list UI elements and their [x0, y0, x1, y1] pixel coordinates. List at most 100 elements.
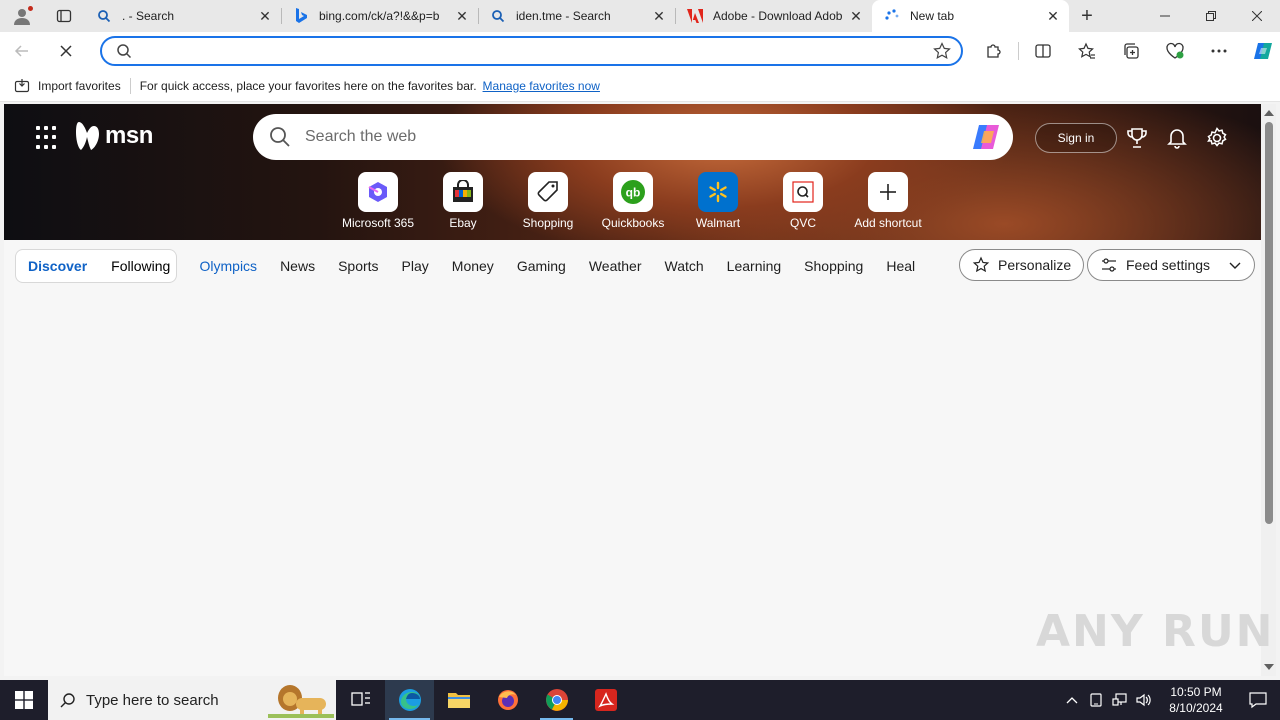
personalize-button[interactable]: Personalize: [959, 249, 1085, 281]
rewards-button[interactable]: [1125, 126, 1149, 150]
sign-in-button[interactable]: Sign in: [1035, 123, 1117, 153]
tab-new-tab[interactable]: New tab ✕: [872, 0, 1069, 32]
tab-discover[interactable]: Discover: [16, 250, 99, 282]
close-window-button[interactable]: [1234, 0, 1280, 32]
address-bar[interactable]: [100, 36, 963, 66]
favorites-button[interactable]: [1065, 32, 1109, 70]
category-health[interactable]: Heal: [875, 249, 927, 283]
import-favorites-button[interactable]: Import favorites: [0, 78, 121, 94]
shortcut-ebay[interactable]: Ebay: [423, 172, 503, 230]
notifications-button[interactable]: [1165, 126, 1189, 150]
scrollbar-thumb[interactable]: [1265, 122, 1273, 524]
anyrun-watermark: ANY RUN: [1036, 606, 1275, 657]
search-icon: [60, 693, 75, 708]
copilot-button[interactable]: [1241, 32, 1280, 70]
web-search-box[interactable]: [253, 114, 1013, 160]
tab-bing[interactable]: bing.com/ck/a?!&&p=b ✕: [281, 0, 478, 32]
category-news[interactable]: News: [269, 249, 327, 283]
profile-button[interactable]: [0, 0, 44, 32]
restore-button[interactable]: [1188, 0, 1234, 32]
category-shopping[interactable]: Shopping: [793, 249, 875, 283]
favorite-star-icon[interactable]: [933, 42, 951, 60]
chevron-down-icon: [1229, 262, 1241, 269]
bing-icon: [293, 8, 309, 24]
scroll-down-arrow-icon[interactable]: [1264, 664, 1274, 670]
copilot-icon[interactable]: [971, 122, 1003, 152]
tab-search-1[interactable]: . - Search ✕: [84, 0, 281, 32]
favorites-star-icon: [1078, 42, 1095, 59]
shortcut-qvc[interactable]: QVC: [763, 172, 843, 230]
search-icon: [96, 8, 112, 24]
tab-title: bing.com/ck/a?!&&p=b: [319, 9, 440, 23]
tab-adobe[interactable]: Adobe - Download Adob ✕: [675, 0, 872, 32]
tray-device-button[interactable]: [1084, 680, 1108, 720]
restore-icon: [1206, 11, 1216, 21]
taskbar-edge[interactable]: [385, 680, 434, 720]
close-icon[interactable]: ✕: [848, 8, 864, 24]
category-learning[interactable]: Learning: [715, 249, 793, 283]
start-button[interactable]: [0, 680, 48, 720]
category-olympics[interactable]: Olympics: [188, 249, 269, 283]
shortcut-shopping[interactable]: Shopping: [508, 172, 588, 230]
browser-toolbar: [0, 32, 1280, 70]
collections-icon: [1124, 43, 1139, 59]
stop-loading-button[interactable]: [44, 32, 88, 70]
extensions-button[interactable]: [972, 32, 1016, 70]
taskbar-clock[interactable]: 10:50 PM 8/10/2024: [1156, 684, 1236, 716]
task-view-icon: [350, 692, 370, 706]
task-view-button[interactable]: [336, 680, 385, 720]
close-icon[interactable]: ✕: [1045, 8, 1061, 24]
web-search-input[interactable]: [305, 128, 971, 146]
network-button[interactable]: [1108, 680, 1132, 720]
close-icon[interactable]: ✕: [651, 8, 667, 24]
scroll-up-arrow-icon[interactable]: [1264, 110, 1274, 116]
msn-logo[interactable]: msn: [75, 120, 153, 152]
volume-button[interactable]: [1132, 680, 1156, 720]
shortcut-quickbooks[interactable]: qb Quickbooks: [593, 172, 673, 230]
feed-settings-button[interactable]: Feed settings: [1087, 249, 1256, 281]
taskbar-file-explorer[interactable]: [434, 680, 483, 720]
action-center-button[interactable]: [1236, 680, 1280, 720]
back-button[interactable]: [0, 32, 44, 70]
app-launcher-icon[interactable]: [36, 126, 60, 150]
category-play[interactable]: Play: [390, 249, 440, 283]
sparkle-star-icon: [972, 256, 990, 273]
browser-essentials-button[interactable]: [1153, 32, 1197, 70]
taskbar-search-placeholder: Type here to search: [86, 691, 219, 709]
category-sports[interactable]: Sports: [327, 249, 390, 283]
page-scrollbar[interactable]: [1261, 104, 1276, 676]
trophy-icon: [1127, 128, 1147, 148]
settings-more-button[interactable]: [1197, 32, 1241, 70]
taskbar-chrome[interactable]: [532, 680, 581, 720]
page-settings-button[interactable]: [1205, 126, 1229, 150]
close-icon[interactable]: ✕: [257, 8, 273, 24]
category-watch[interactable]: Watch: [653, 249, 715, 283]
close-icon[interactable]: ✕: [454, 8, 470, 24]
shortcut-walmart[interactable]: Walmart: [678, 172, 758, 230]
new-tab-button[interactable]: +: [1069, 0, 1105, 32]
taskbar-acrobat[interactable]: [581, 680, 630, 720]
lion-illustration-icon: [268, 685, 334, 718]
tab-actions-button[interactable]: [44, 0, 84, 32]
close-icon: [1252, 11, 1262, 21]
taskbar-firefox[interactable]: [483, 680, 532, 720]
category-gaming[interactable]: Gaming: [505, 249, 577, 283]
collections-button[interactable]: [1109, 32, 1153, 70]
address-input[interactable]: [142, 43, 933, 59]
search-icon: [490, 8, 506, 24]
show-hidden-icons-button[interactable]: [1060, 680, 1084, 720]
shortcut-microsoft-365[interactable]: Microsoft 365: [338, 172, 418, 230]
tab-search-2[interactable]: iden.tme - Search ✕: [478, 0, 675, 32]
toolbar-divider: [1018, 42, 1019, 60]
manage-favorites-link[interactable]: Manage favorites now: [483, 79, 600, 93]
category-money[interactable]: Money: [440, 249, 505, 283]
shortcut-add[interactable]: Add shortcut: [848, 172, 928, 230]
taskbar-search-box[interactable]: Type here to search: [48, 680, 336, 720]
category-weather[interactable]: Weather: [577, 249, 653, 283]
tab-strip: . - Search ✕ bing.com/ck/a?!&&p=b ✕ iden…: [0, 0, 1280, 32]
tab-following[interactable]: Following: [99, 250, 182, 282]
split-screen-button[interactable]: [1021, 32, 1065, 70]
bell-icon: [1167, 129, 1187, 149]
minimize-button[interactable]: [1142, 0, 1188, 32]
microsoft-365-icon: [358, 172, 398, 212]
